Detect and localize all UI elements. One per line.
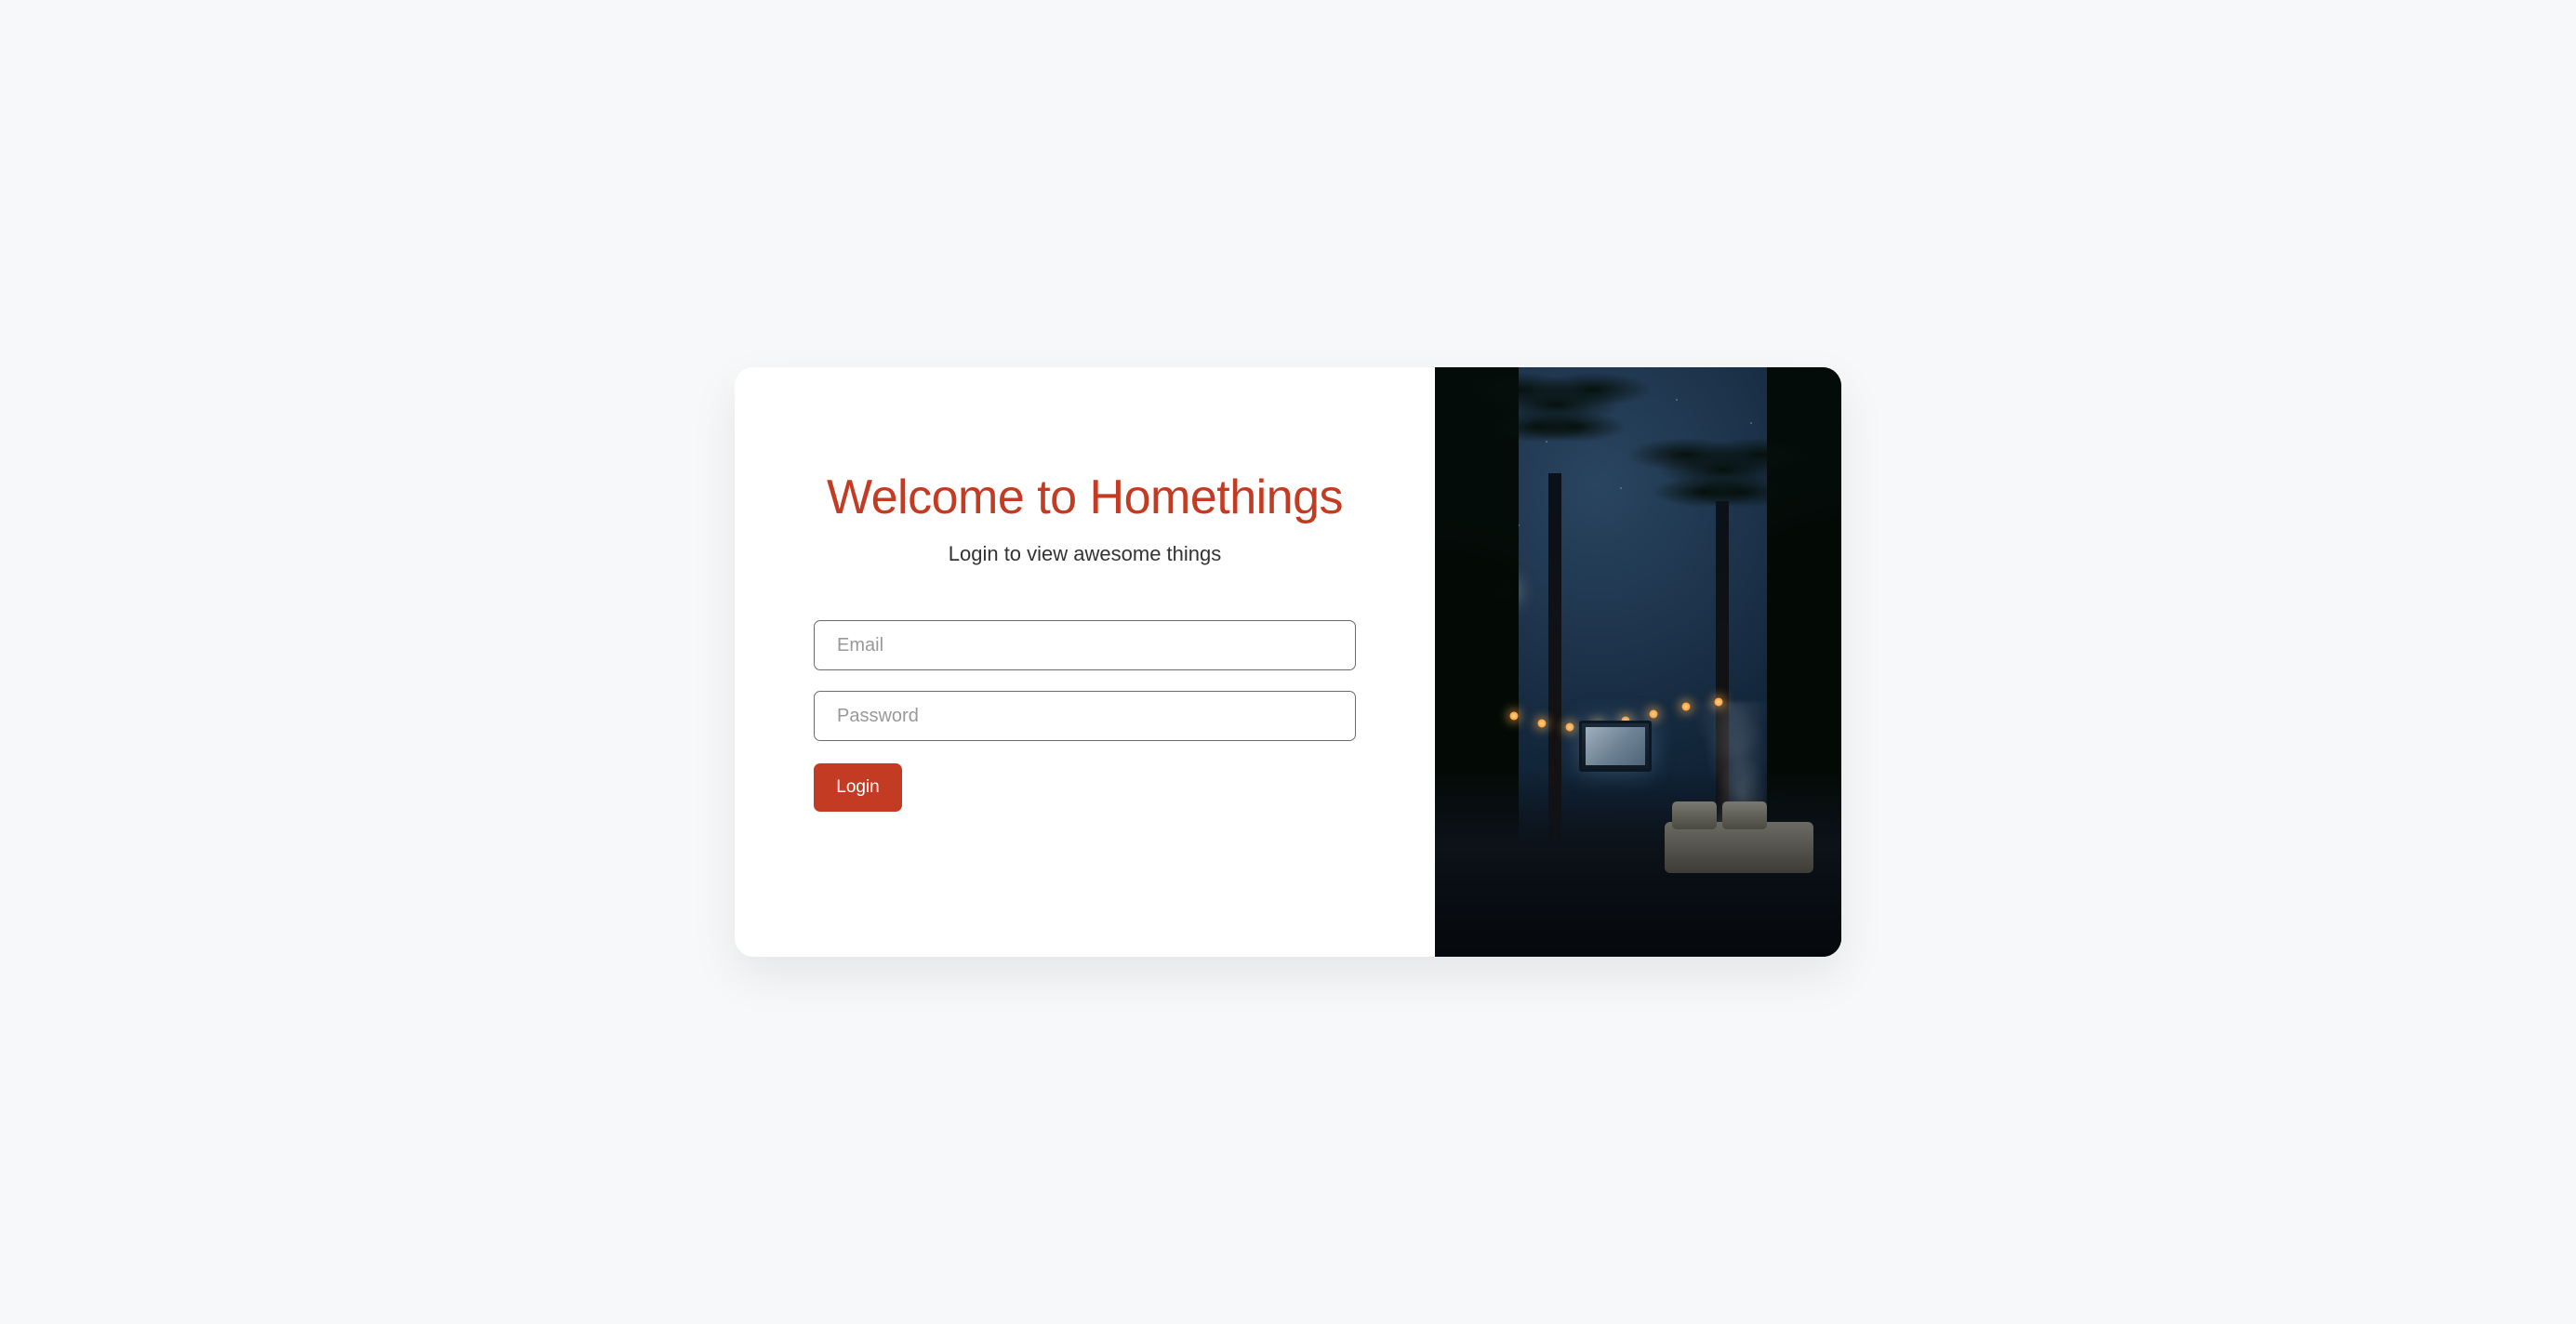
password-field[interactable] <box>814 691 1356 741</box>
login-form: Login <box>814 620 1356 812</box>
login-form-panel: Welcome to Homethings Login to view awes… <box>735 367 1435 957</box>
night-scene-backdrop <box>1435 367 1841 957</box>
email-field[interactable] <box>814 620 1356 670</box>
hero-image <box>1435 367 1841 957</box>
couch-icon <box>1665 822 1813 873</box>
page-subtitle: Login to view awesome things <box>814 542 1356 566</box>
outdoor-screen-icon <box>1579 721 1652 772</box>
login-button[interactable]: Login <box>814 763 902 812</box>
page-title: Welcome to Homethings <box>814 470 1356 525</box>
login-card: Welcome to Homethings Login to view awes… <box>735 367 1841 957</box>
palm-fronds-left <box>1463 367 1649 479</box>
